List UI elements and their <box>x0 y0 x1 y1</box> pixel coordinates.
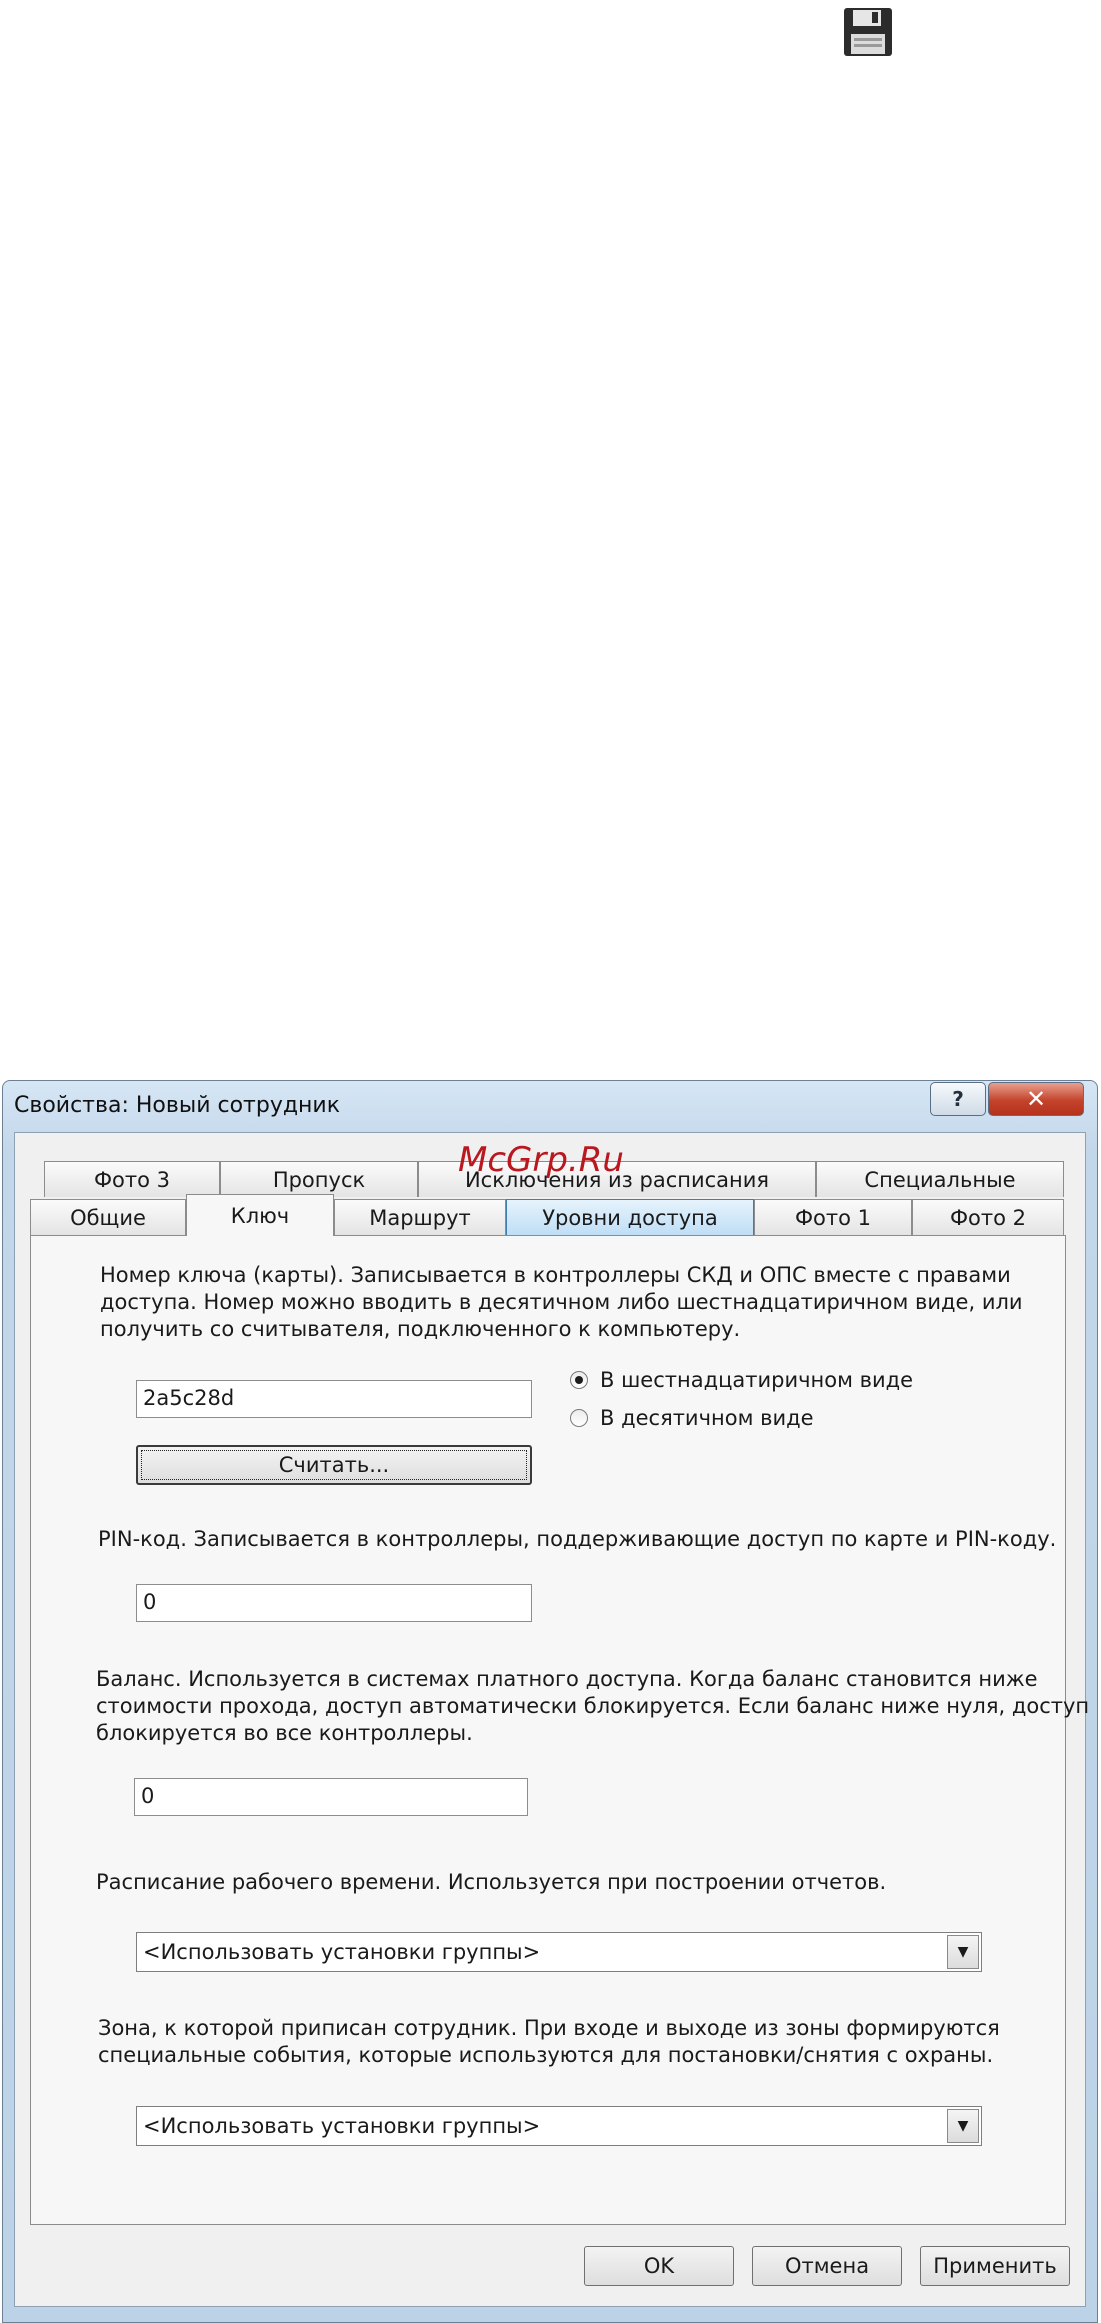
balance-description-line-3: блокируется во все контроллеры. <box>96 1721 473 1745</box>
chevron-down-icon[interactable]: ▼ <box>947 2109 979 2143</box>
radio-dec-label: В десятичном виде <box>600 1406 814 1430</box>
balance-description-line-2: стоимости прохода, доступ автоматически … <box>96 1694 1090 1718</box>
zone-description-line-1: Зона, к которой приписан сотрудник. При … <box>98 2016 1000 2040</box>
key-number-input[interactable]: 2a5c28d <box>136 1380 532 1418</box>
watermark: McGrp.Ru <box>458 1140 624 1180</box>
radio-hex-indicator[interactable] <box>570 1371 588 1389</box>
schedule-description: Расписание рабочего времени. Используетс… <box>96 1870 887 1894</box>
radio-dec-option[interactable]: В десятичном виде <box>570 1406 814 1430</box>
focus-ring <box>141 1450 527 1480</box>
read-key-button[interactable]: Считать... <box>136 1445 532 1485</box>
balance-input[interactable]: 0 <box>134 1778 528 1816</box>
tab-route[interactable]: Маршрут <box>334 1199 506 1235</box>
radio-hex-label: В шестнадцатиричном виде <box>600 1368 914 1392</box>
floppy-disk-icon[interactable] <box>842 6 894 58</box>
zone-selected-value: <Использовать установки группы> <box>143 2114 541 2138</box>
help-button[interactable]: ? <box>930 1082 986 1116</box>
cancel-button[interactable]: Отмена <box>752 2246 902 2286</box>
tab-photo-3[interactable]: Фото 3 <box>44 1161 220 1197</box>
key-description-line-2: доступа. Номер можно вводить в десятично… <box>100 1290 1023 1314</box>
schedule-selected-value: <Использовать установки группы> <box>143 1940 541 1964</box>
zone-select[interactable]: <Использовать установки группы> ▼ <box>136 2106 982 2146</box>
tab-photo-1[interactable]: Фото 1 <box>754 1199 912 1235</box>
zone-description-line-2: специальные события, которые используютс… <box>98 2043 994 2067</box>
tab-pass[interactable]: Пропуск <box>220 1161 418 1197</box>
radio-hex-option[interactable]: В шестнадцатиричном виде <box>570 1368 913 1392</box>
tab-general[interactable]: Общие <box>30 1199 186 1235</box>
tab-photo-2[interactable]: Фото 2 <box>912 1199 1064 1235</box>
ok-button[interactable]: OK <box>584 2246 734 2286</box>
pin-input[interactable]: 0 <box>136 1584 532 1622</box>
chevron-down-icon[interactable]: ▼ <box>947 1935 979 1969</box>
tab-key[interactable]: Ключ <box>186 1194 334 1236</box>
key-description-line-3: получить со считывателя, подключенного к… <box>100 1317 741 1341</box>
radio-dec-indicator[interactable] <box>570 1409 588 1427</box>
apply-button[interactable]: Применить <box>920 2246 1070 2286</box>
schedule-select[interactable]: <Использовать установки группы> ▼ <box>136 1932 982 1972</box>
tab-special[interactable]: Специальные <box>816 1161 1064 1197</box>
balance-description-line-1: Баланс. Используется в системах платного… <box>96 1667 1038 1691</box>
key-description-line-1: Номер ключа (карты). Записывается в конт… <box>100 1263 1011 1287</box>
close-button[interactable]: ✕ <box>988 1082 1084 1116</box>
dialog-title: Свойства: Новый сотрудник <box>14 1093 341 1118</box>
tab-access-levels[interactable]: Уровни доступа <box>506 1199 754 1235</box>
pin-description: PIN-код. Записывается в контроллеры, под… <box>98 1527 1057 1551</box>
